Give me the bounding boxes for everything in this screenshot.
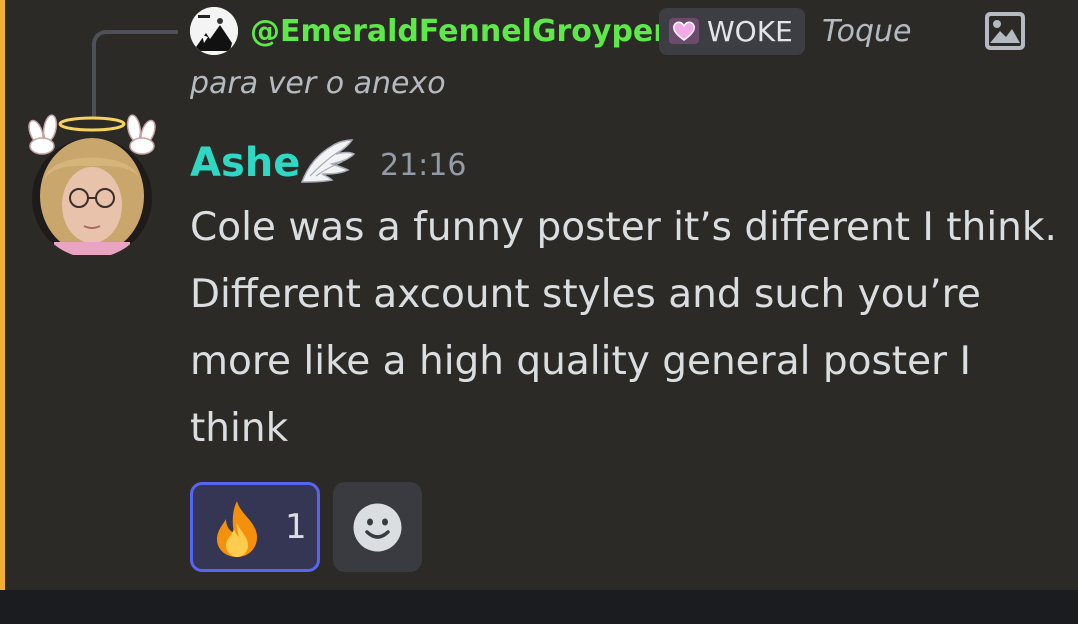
mention-highlight-bar xyxy=(0,0,5,590)
reply-author-name[interactable]: @EmeraldFennelGroyper xyxy=(250,12,668,52)
angel-wing-icon xyxy=(300,139,356,183)
message-timestamp[interactable]: 21:16 xyxy=(380,146,466,186)
message-content: Cole was a funny poster it’s different I… xyxy=(190,205,1057,451)
reaction-fire[interactable]: 1 xyxy=(190,482,320,572)
author-name[interactable]: Ashe xyxy=(190,138,300,188)
add-reaction-button[interactable] xyxy=(333,482,422,572)
image-icon[interactable] xyxy=(984,11,1026,51)
reply-spine xyxy=(92,30,178,118)
reply-avatar-image xyxy=(190,7,238,55)
heart-icon xyxy=(669,18,699,44)
avatar-image xyxy=(28,114,156,258)
role-tag-label: WOKE xyxy=(707,15,793,48)
reply-author-avatar[interactable] xyxy=(190,7,238,55)
bunny-ear-left xyxy=(28,114,58,155)
reaction-count: 1 xyxy=(285,507,307,547)
role-tag[interactable]: WOKE xyxy=(659,8,805,55)
author-avatar[interactable] xyxy=(24,110,164,258)
reply-preview-text[interactable]: Toque xyxy=(822,12,912,52)
smiley-add-icon xyxy=(353,503,402,552)
message-container: @EmeraldFennelGroyper WOKE Toque para ve… xyxy=(0,0,1078,590)
reply-preview-text-continued[interactable]: para ver o anexo xyxy=(190,64,446,104)
bunny-ear-right xyxy=(126,114,156,155)
fire-icon xyxy=(216,501,258,557)
